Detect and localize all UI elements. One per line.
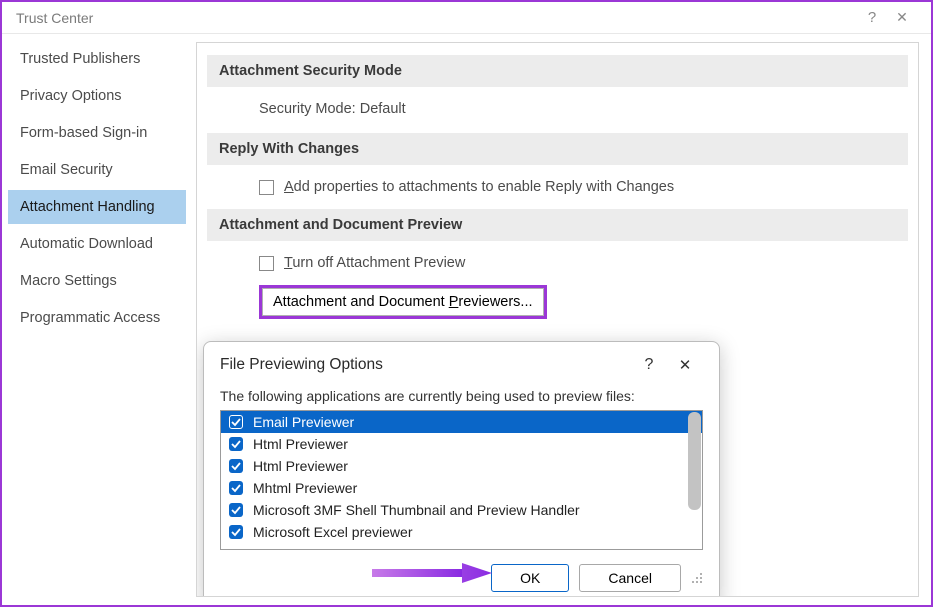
list-item[interactable]: Microsoft Excel previewer [221, 521, 702, 543]
close-icon[interactable]: ✕ [887, 9, 917, 26]
window-title: Trust Center [16, 10, 93, 26]
title-bar: Trust Center ? ✕ [2, 2, 931, 34]
list-item-label: Html Previewer [253, 458, 348, 474]
section-header-preview: Attachment and Document Preview [207, 209, 908, 241]
list-item-label: Email Previewer [253, 414, 354, 430]
list-item-label: Microsoft Excel previewer [253, 524, 413, 540]
checkbox-turn-off-preview[interactable] [259, 256, 274, 271]
list-item[interactable]: Html Previewer [221, 455, 702, 477]
sidebar: Trusted Publishers Privacy Options Form-… [2, 34, 192, 605]
list-item[interactable]: Email Previewer [221, 411, 702, 433]
checkbox-icon[interactable] [229, 481, 243, 495]
sidebar-item-programmatic-access[interactable]: Programmatic Access [8, 301, 186, 335]
checkbox-icon[interactable] [229, 459, 243, 473]
list-item-label: Microsoft 3MF Shell Thumbnail and Previe… [253, 502, 580, 518]
checkbox-icon[interactable] [229, 525, 243, 539]
list-item[interactable]: Microsoft 3MF Shell Thumbnail and Previe… [221, 499, 702, 521]
sidebar-item-attachment-handling[interactable]: Attachment Handling [8, 190, 186, 224]
highlight-box: Attachment and Document Previewers... [259, 285, 547, 319]
checkbox-icon[interactable] [229, 415, 243, 429]
dialog-title-text: File Previewing Options [220, 356, 383, 374]
checkbox-add-properties[interactable] [259, 180, 274, 195]
scrollbar-thumb[interactable] [688, 412, 701, 510]
checkbox-icon[interactable] [229, 503, 243, 517]
list-item-label: Mhtml Previewer [253, 480, 357, 496]
security-mode-value: Security Mode: Default [207, 101, 908, 117]
ok-button[interactable]: OK [491, 564, 569, 592]
dialog-title-bar: File Previewing Options ? ✕ [204, 342, 719, 388]
section-header-security-mode: Attachment Security Mode [207, 55, 908, 87]
list-item[interactable]: Html Previewer [221, 433, 702, 455]
cancel-button[interactable]: Cancel [579, 564, 681, 592]
dialog-help-icon[interactable]: ? [631, 356, 667, 374]
sidebar-item-email-security[interactable]: Email Security [8, 153, 186, 187]
sidebar-item-trusted-publishers[interactable]: Trusted Publishers [8, 42, 186, 76]
help-icon[interactable]: ? [857, 9, 887, 26]
content-panel: Attachment Security Mode Security Mode: … [196, 42, 919, 597]
file-previewing-dialog: File Previewing Options ? ✕ The followin… [203, 341, 720, 597]
checkbox-label-add-properties: Add properties to attachments to enable … [284, 179, 674, 195]
previewers-list[interactable]: Email Previewer Html Previewer [220, 410, 703, 550]
list-item[interactable]: Mhtml Previewer [221, 477, 702, 499]
checkbox-icon[interactable] [229, 437, 243, 451]
checkbox-label-turn-off-preview: Turn off Attachment Preview [284, 255, 465, 271]
sidebar-item-macro-settings[interactable]: Macro Settings [8, 264, 186, 298]
dialog-instruction: The following applications are currently… [220, 388, 703, 404]
sidebar-item-form-based-signin[interactable]: Form-based Sign-in [8, 116, 186, 150]
section-header-reply-changes: Reply With Changes [207, 133, 908, 165]
previewers-button[interactable]: Attachment and Document Previewers... [262, 288, 544, 316]
list-item-label: Html Previewer [253, 436, 348, 452]
sidebar-item-privacy-options[interactable]: Privacy Options [8, 79, 186, 113]
resize-grip-icon[interactable] [691, 572, 703, 584]
dialog-close-icon[interactable]: ✕ [667, 356, 703, 374]
sidebar-item-automatic-download[interactable]: Automatic Download [8, 227, 186, 261]
